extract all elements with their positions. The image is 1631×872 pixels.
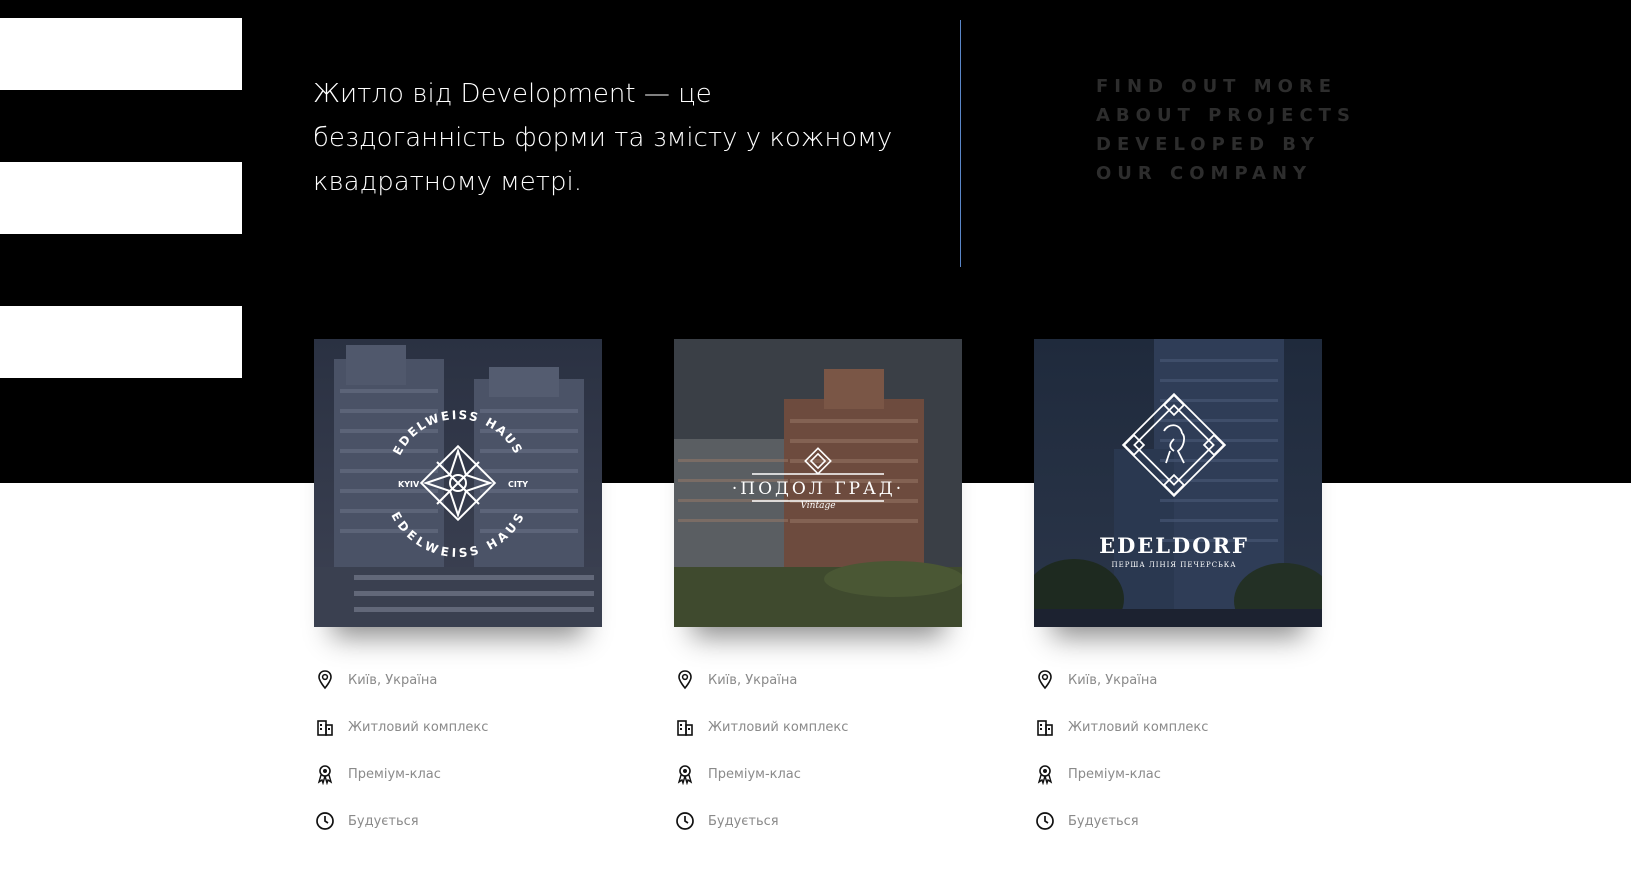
podol-grad-logo: ·ПОДОЛ ГРАД· Vintage bbox=[732, 447, 904, 511]
fact-label: Преміум-клас bbox=[1068, 767, 1161, 782]
fact-label: Будується bbox=[708, 814, 779, 829]
project-facts: Київ, Україна Житловий комплекс Преміум-… bbox=[314, 670, 602, 861]
building-icon bbox=[1037, 720, 1053, 736]
project-card: EDELDORF ПЕРША ЛІНІЯ ПЕЧЕРСЬКА Київ, Укр… bbox=[1034, 339, 1322, 830]
project-card: ·ПОДОЛ ГРАД· Vintage Київ, Україна Житло… bbox=[674, 339, 962, 830]
map-pin-icon bbox=[1038, 670, 1052, 690]
fact-label: Житловий комплекс bbox=[708, 720, 849, 735]
decor-stripe bbox=[0, 18, 242, 90]
svg-text:ПЕРША ЛІНІЯ ПЕЧЕРСЬКА: ПЕРША ЛІНІЯ ПЕЧЕРСЬКА bbox=[1111, 561, 1236, 569]
decor-stripe bbox=[0, 306, 242, 378]
svg-text:CITY: CITY bbox=[508, 480, 528, 489]
decor-stripe bbox=[0, 162, 242, 234]
intro-text: Житло від Development — це бездоганність… bbox=[313, 79, 893, 197]
svg-text:Vintage: Vintage bbox=[800, 501, 835, 511]
award-icon bbox=[1037, 765, 1053, 785]
fact-location: Київ, Україна bbox=[1034, 670, 1322, 720]
clock-icon bbox=[1036, 812, 1054, 830]
fact-class: Преміум-клас bbox=[674, 765, 962, 814]
project-facts: Київ, Україна Житловий комплекс Преміум-… bbox=[1034, 670, 1322, 861]
fact-label: Житловий комплекс bbox=[348, 720, 489, 735]
project-facts: Київ, Україна Житловий комплекс Преміум-… bbox=[674, 670, 962, 861]
fact-label: Преміум-клас bbox=[348, 767, 441, 782]
award-icon bbox=[317, 765, 333, 785]
fact-type: Житловий комплекс bbox=[1034, 720, 1322, 767]
fact-label: Преміум-клас bbox=[708, 767, 801, 782]
divider-line bbox=[960, 20, 961, 267]
svg-text:KYIV: KYIV bbox=[398, 480, 420, 489]
clock-icon bbox=[316, 812, 334, 830]
project-image-podol-grad[interactable]: ·ПОДОЛ ГРАД· Vintage bbox=[674, 339, 962, 627]
edeldorf-logo: EDELDORF ПЕРША ЛІНІЯ ПЕЧЕРСЬКА bbox=[1099, 392, 1249, 569]
fact-class: Преміум-клас bbox=[314, 765, 602, 814]
projects-cta-link[interactable]: Find out more about projects developed b… bbox=[1096, 72, 1356, 188]
fact-status: Будується bbox=[1034, 812, 1322, 861]
project-card: EDELWEISS HAUS EDELWEISS HAUS KYIV CITY … bbox=[314, 339, 602, 830]
fact-location: Київ, Україна bbox=[314, 670, 602, 720]
building-icon bbox=[677, 720, 693, 736]
project-image-edeldorf[interactable]: EDELDORF ПЕРША ЛІНІЯ ПЕЧЕРСЬКА bbox=[1034, 339, 1322, 627]
building-icon bbox=[317, 720, 333, 736]
fact-label: Київ, Україна bbox=[1068, 673, 1158, 688]
project-image-edelweiss[interactable]: EDELWEISS HAUS EDELWEISS HAUS KYIV CITY bbox=[314, 339, 602, 627]
map-pin-icon bbox=[318, 670, 332, 690]
award-icon bbox=[677, 765, 693, 785]
fact-type: Житловий комплекс bbox=[314, 720, 602, 767]
edelweiss-logo: EDELWEISS HAUS EDELWEISS HAUS KYIV CITY bbox=[388, 408, 528, 560]
fact-class: Преміум-клас bbox=[1034, 765, 1322, 814]
svg-text:·ПОДОЛ ГРАД·: ·ПОДОЛ ГРАД· bbox=[732, 479, 904, 499]
fact-location: Київ, Україна bbox=[674, 670, 962, 720]
fact-type: Житловий комплекс bbox=[674, 720, 962, 767]
fact-label: Київ, Україна bbox=[708, 673, 798, 688]
fact-status: Будується bbox=[674, 812, 962, 861]
fact-label: Житловий комплекс bbox=[1068, 720, 1209, 735]
clock-icon bbox=[676, 812, 694, 830]
svg-text:EDELDORF: EDELDORF bbox=[1099, 533, 1249, 558]
fact-label: Київ, Україна bbox=[348, 673, 438, 688]
fact-status: Будується bbox=[314, 812, 602, 861]
fact-label: Будується bbox=[348, 814, 419, 829]
map-pin-icon bbox=[678, 670, 692, 690]
fact-label: Будується bbox=[1068, 814, 1139, 829]
